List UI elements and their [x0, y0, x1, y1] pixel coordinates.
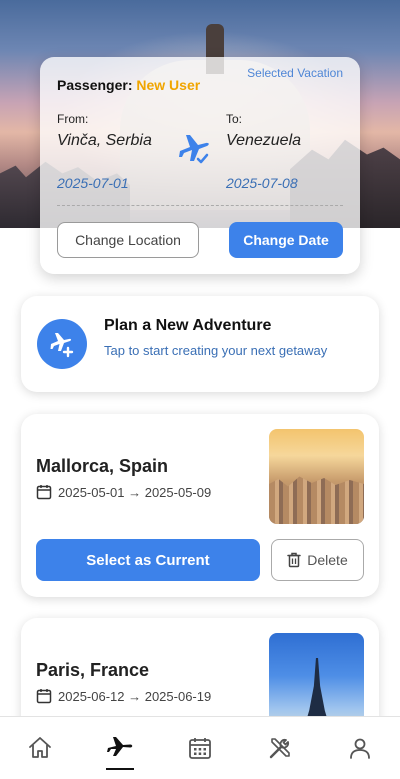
trip-dates-text: 2025-06-12 → 2025-06-19: [58, 688, 212, 704]
to-label: To:: [226, 112, 243, 126]
calendar-icon: [189, 738, 211, 759]
change-date-button[interactable]: Change Date: [229, 222, 343, 258]
trash-icon: [287, 552, 302, 568]
user-icon: [350, 738, 370, 759]
plane-add-icon: [37, 319, 87, 369]
city-buildings: [269, 476, 364, 524]
delete-label: Delete: [307, 552, 348, 568]
tools-icon: [269, 738, 290, 759]
plan-subtitle: Tap to start creating your next getaway: [104, 343, 328, 358]
nav-calendar[interactable]: [180, 728, 220, 768]
selected-vacation-label: Selected Vacation: [247, 66, 343, 80]
bottom-nav: [0, 716, 400, 779]
trip-dates-text: 2025-05-01 → 2025-05-09: [58, 484, 212, 500]
nav-profile[interactable]: [340, 728, 380, 768]
passenger-label-text: Passenger:: [57, 77, 133, 93]
trip-card: Mallorca, Spain 2025-05-01 → 2025-05-09 …: [21, 414, 379, 597]
nav-trips[interactable]: [100, 728, 140, 770]
change-location-button[interactable]: Change Location: [57, 222, 199, 258]
plan-adventure-card[interactable]: Plan a New Adventure Tap to start creati…: [21, 296, 379, 392]
plan-title: Plan a New Adventure: [104, 317, 272, 334]
calendar-icon: [36, 689, 52, 704]
plane-check-icon: [174, 129, 214, 169]
to-date: 2025-07-08: [226, 175, 298, 191]
select-as-current-button[interactable]: Select as Current: [36, 539, 260, 581]
trip-photo: [269, 633, 364, 728]
plane-icon: [107, 737, 133, 756]
from-date: 2025-07-01: [57, 175, 129, 191]
delete-button[interactable]: Delete: [271, 539, 364, 581]
card-divider: [57, 205, 343, 206]
trip-title: Mallorca, Spain: [36, 456, 169, 476]
calendar-icon: [36, 485, 52, 500]
from-label: From:: [57, 112, 89, 126]
trip-title: Paris, France: [36, 660, 150, 680]
passenger-label: Passenger: New User: [57, 77, 200, 93]
selected-vacation-card: Passenger: New User Selected Vacation Fr…: [40, 57, 360, 274]
trip-dates: 2025-05-01 → 2025-05-09: [36, 484, 211, 500]
from-city: Vinča, Serbia: [57, 132, 152, 149]
trip-photo: [269, 429, 364, 524]
passenger-name: New User: [136, 77, 201, 93]
home-icon: [29, 737, 51, 758]
nav-tools[interactable]: [260, 728, 300, 768]
to-city: Venezuela: [226, 132, 302, 149]
trip-dates: 2025-06-12 → 2025-06-19: [36, 688, 211, 704]
nav-home[interactable]: [20, 728, 60, 768]
